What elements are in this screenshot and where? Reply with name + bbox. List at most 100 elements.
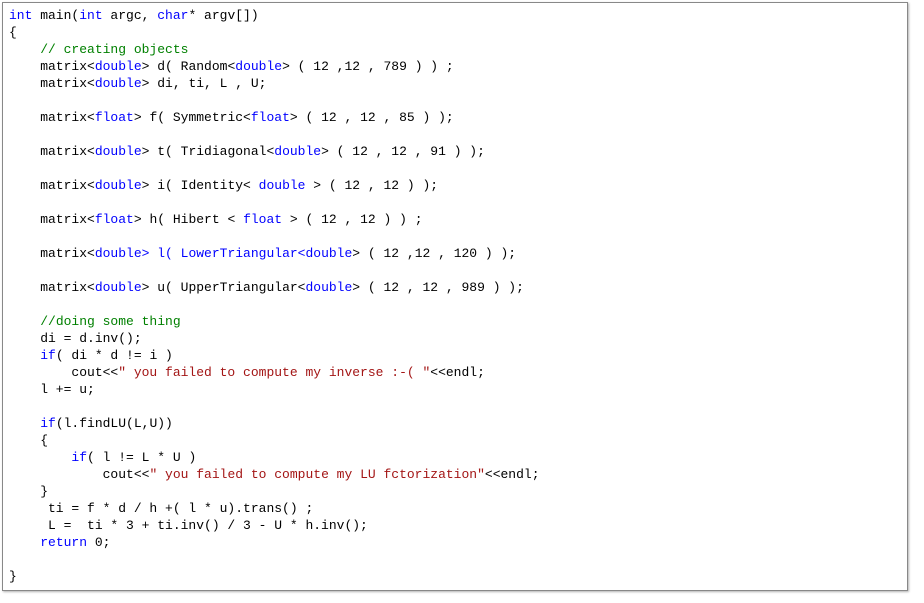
code-line: }	[9, 483, 901, 500]
code-line: // creating objects	[9, 41, 901, 58]
code-line	[9, 160, 901, 177]
code-line: matrix<float> f( Symmetric<float> ( 12 ,…	[9, 109, 901, 126]
keyword-double: double	[305, 280, 352, 295]
code-text: > ( 12 ,12 , 789 ) ) ;	[282, 59, 454, 74]
code-block: int main(int argc, char* argv[]) { // cr…	[2, 2, 908, 591]
code-text	[9, 450, 71, 465]
code-line: cout<<" you failed to compute my inverse…	[9, 364, 901, 381]
code-text	[9, 348, 40, 363]
code-text: matrix<	[9, 110, 95, 125]
code-line: matrix<double> d( Random<double> ( 12 ,1…	[9, 58, 901, 75]
code-text: ( di * d != i )	[56, 348, 173, 363]
keyword-if: if	[71, 450, 87, 465]
keyword-int: int	[9, 8, 32, 23]
code-line: {	[9, 432, 901, 449]
code-text: > di, ti, L , U;	[142, 76, 267, 91]
string-literal: " you failed to compute my inverse :-( "	[118, 365, 430, 380]
string-literal: " you failed to compute my LU fctorizati…	[149, 467, 484, 482]
code-line	[9, 228, 901, 245]
code-line: return 0;	[9, 534, 901, 551]
code-line: }	[9, 568, 901, 585]
code-text: matrix<	[9, 59, 95, 74]
code-line	[9, 398, 901, 415]
code-text: > ( 12 , 12 ) );	[305, 178, 438, 193]
keyword-float: float	[251, 110, 290, 125]
code-text: argc,	[103, 8, 158, 23]
code-text	[9, 535, 40, 550]
code-text: > t( Tridiagonal<	[142, 144, 275, 159]
code-text: > h( Hibert <	[134, 212, 243, 227]
code-line	[9, 262, 901, 279]
keyword-float: float	[95, 212, 134, 227]
code-text: main(	[32, 8, 79, 23]
code-line: cout<<" you failed to compute my LU fcto…	[9, 466, 901, 483]
code-text: <<endl;	[485, 467, 540, 482]
code-line: matrix<double> di, ti, L , U;	[9, 75, 901, 92]
code-text: ( l != L * U )	[87, 450, 196, 465]
keyword-float: float	[243, 212, 282, 227]
code-line: matrix<double> t( Tridiagonal<double> ( …	[9, 143, 901, 160]
code-text: > ( 12 , 12 , 91 ) );	[321, 144, 485, 159]
keyword-double: double	[274, 144, 321, 159]
keyword-float: float	[95, 110, 134, 125]
code-text: > ( 12 , 12 ) ) ;	[282, 212, 422, 227]
code-text: matrix<	[9, 280, 95, 295]
code-text: > i( Identity<	[142, 178, 259, 193]
code-text: > ( 12 ,12 , 120 ) );	[352, 246, 516, 261]
keyword-double: double	[235, 59, 282, 74]
code-text: > d( Random<	[142, 59, 236, 74]
code-line: di = d.inv();	[9, 330, 901, 347]
code-line: if( l != L * U )	[9, 449, 901, 466]
comment: // creating objects	[40, 42, 188, 57]
code-text: * argv[])	[188, 8, 258, 23]
code-line: {	[9, 24, 901, 41]
code-text: > f( Symmetric<	[134, 110, 251, 125]
code-line	[9, 92, 901, 109]
code-text: > u( UpperTriangular<	[142, 280, 306, 295]
code-text: matrix<	[9, 178, 95, 193]
keyword-return: return	[40, 535, 87, 550]
code-line	[9, 126, 901, 143]
code-text	[9, 314, 40, 329]
keyword-int: int	[79, 8, 102, 23]
code-line: matrix<double> l( LowerTriangular<double…	[9, 245, 901, 262]
code-line: //doing some thing	[9, 313, 901, 330]
code-text: cout<<	[9, 365, 118, 380]
code-text: (l.findLU(L,U))	[56, 416, 173, 431]
code-line: l += u;	[9, 381, 901, 398]
code-text: cout<<	[9, 467, 149, 482]
code-text: matrix<	[9, 144, 95, 159]
code-text: matrix<	[9, 246, 95, 261]
keyword-if: if	[40, 416, 56, 431]
code-line: L = ti * 3 + ti.inv() / 3 - U * h.inv();	[9, 517, 901, 534]
keyword-double: double	[95, 246, 142, 261]
code-text: > ( 12 , 12 , 989 ) );	[352, 280, 524, 295]
code-text: <<endl;	[430, 365, 485, 380]
keyword-char: char	[157, 8, 188, 23]
code-line	[9, 551, 901, 568]
code-line	[9, 194, 901, 211]
code-line: ti = f * d / h +( l * u).trans() ;	[9, 500, 901, 517]
code-line: if( di * d != i )	[9, 347, 901, 364]
code-line: int main(int argc, char* argv[])	[9, 7, 901, 24]
code-text: > ( 12 , 12 , 85 ) );	[290, 110, 454, 125]
code-text: > l( LowerTriangular<	[142, 246, 306, 261]
code-line: matrix<float> h( Hibert < float > ( 12 ,…	[9, 211, 901, 228]
code-line: if(l.findLU(L,U))	[9, 415, 901, 432]
code-text	[9, 42, 40, 57]
keyword-double: double	[305, 246, 352, 261]
keyword-double: double	[95, 280, 142, 295]
keyword-double: double	[259, 178, 306, 193]
keyword-double: double	[95, 144, 142, 159]
code-line: matrix<double> u( UpperTriangular<double…	[9, 279, 901, 296]
code-line	[9, 296, 901, 313]
keyword-double: double	[95, 59, 142, 74]
code-text: 0;	[87, 535, 110, 550]
code-text: matrix<	[9, 212, 95, 227]
code-text: matrix<	[9, 76, 95, 91]
comment: //doing some thing	[40, 314, 180, 329]
keyword-double: double	[95, 76, 142, 91]
code-line: matrix<double> i( Identity< double > ( 1…	[9, 177, 901, 194]
keyword-double: double	[95, 178, 142, 193]
keyword-if: if	[40, 348, 56, 363]
